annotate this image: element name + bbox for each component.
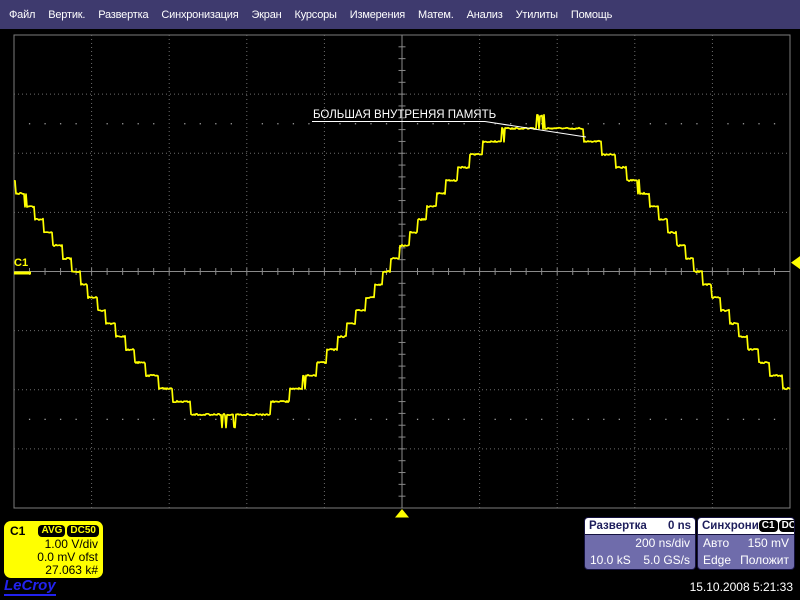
annotation-text: БОЛЬШАЯ ВНУТРЕНЯЯ ПАМЯТЬ [313, 109, 496, 121]
channel-offset-marker[interactable] [14, 272, 31, 275]
menu-bar: Файл Вертик. Развертка Синхронизация Экр… [0, 0, 800, 29]
graticule-grid [14, 35, 790, 508]
timebase-sample-rate: 5.0 GS/s [643, 552, 690, 569]
datetime-display: 15.10.2008 5:21:33 [690, 580, 793, 594]
timebase-descriptor[interactable]: Развертка 0 ns 200 ns/div 10.0 kS 5.0 GS… [584, 517, 696, 570]
trigger-descriptor[interactable]: Синхрони C1 DC Авто 150 mV Edge Положит [697, 517, 795, 570]
trigger-title: Синхрони [702, 520, 759, 532]
trigger-slope: Положит [740, 552, 789, 569]
menu-display[interactable]: Экран [251, 9, 281, 21]
menu-timebase[interactable]: Развертка [98, 9, 148, 21]
trigger-coupling-badge: DC [779, 520, 795, 532]
menu-cursors[interactable]: Курсоры [295, 9, 337, 21]
scope-display: БОЛЬШАЯ ВНУТРЕНЯЯ ПАМЯТЬ C1 [0, 0, 800, 600]
channel-label: C1 [10, 524, 25, 538]
trigger-source-badge: C1 [759, 520, 778, 532]
menu-analysis[interactable]: Анализ [467, 9, 503, 21]
channel-marker-label: C1 [14, 257, 28, 269]
avg-badge: AVG [38, 525, 65, 537]
coupling-badge: DC50 [67, 525, 99, 537]
channel-c1-descriptor[interactable]: C1 AVG DC50 1.00 V/div 0.0 mV ofst 27.06… [4, 521, 103, 578]
menu-utilities[interactable]: Утилиты [516, 9, 558, 21]
menu-file[interactable]: Файл [9, 9, 35, 21]
timebase-title: Развертка [589, 520, 647, 532]
trigger-mode: Авто [703, 535, 729, 552]
menu-measure[interactable]: Измерения [350, 9, 405, 21]
timebase-scale: 200 ns/div [635, 535, 690, 552]
menu-vertical[interactable]: Вертик. [48, 9, 85, 21]
timebase-delay: 0 ns [668, 520, 691, 532]
trigger-time-marker[interactable] [395, 509, 409, 518]
menu-math[interactable]: Матем. [418, 9, 454, 21]
trigger-level-marker[interactable] [791, 256, 800, 269]
lecroy-logo: LeCroy [4, 578, 56, 596]
menu-help[interactable]: Помощь [571, 9, 612, 21]
trigger-level: 150 mV [748, 535, 789, 552]
menu-trigger[interactable]: Синхронизация [161, 9, 238, 21]
timebase-samples: 10.0 kS [590, 552, 631, 569]
channel-acquisition-count: 27.063 k# [10, 564, 99, 577]
trigger-type: Edge [703, 552, 731, 569]
